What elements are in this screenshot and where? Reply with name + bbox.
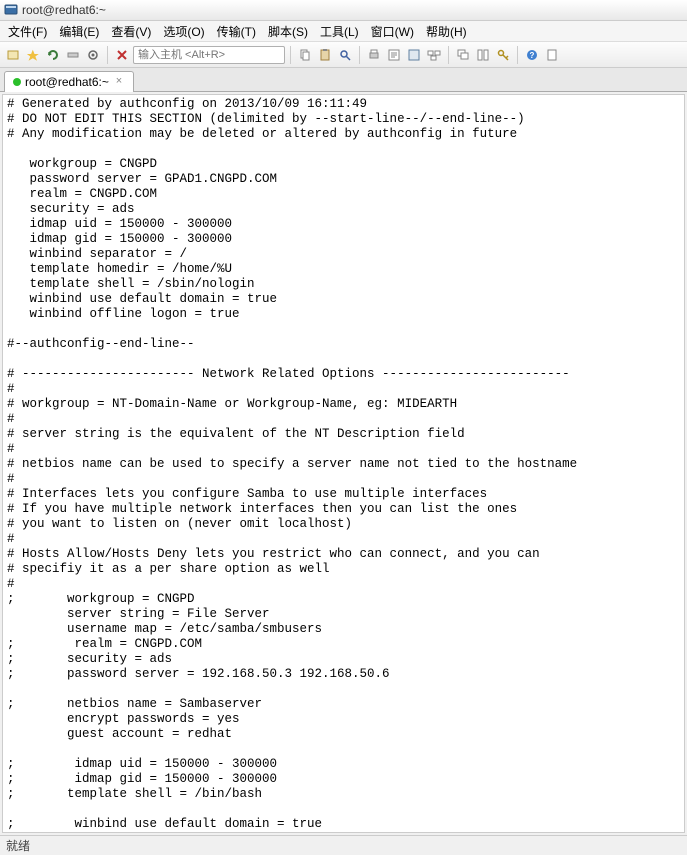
svg-text:?: ? xyxy=(530,51,535,60)
status-text: 就绪 xyxy=(6,837,30,854)
statusbar: 就绪 xyxy=(0,835,687,855)
tb-help-icon[interactable]: ? xyxy=(523,46,541,64)
tb-cancel-icon[interactable] xyxy=(113,46,131,64)
tb-connect-icon[interactable] xyxy=(4,46,22,64)
tb-settings-icon[interactable] xyxy=(84,46,102,64)
toolbar-separator xyxy=(517,46,518,64)
app-icon xyxy=(4,3,18,17)
tb-about-icon[interactable] xyxy=(543,46,561,64)
tabbar: root@redhat6:~ × xyxy=(0,68,687,92)
menubar: 文件(F) 编辑(E) 查看(V) 选项(O) 传输(T) 脚本(S) 工具(L… xyxy=(0,21,687,42)
tb-key-icon[interactable] xyxy=(494,46,512,64)
menu-transfer[interactable]: 传输(T) xyxy=(211,21,262,42)
menu-file[interactable]: 文件(F) xyxy=(2,21,53,42)
toolbar-separator xyxy=(448,46,449,64)
toolbar-separator xyxy=(359,46,360,64)
window-title: root@redhat6:~ xyxy=(22,3,106,17)
terminal-content[interactable]: # Generated by authconfig on 2013/10/09 … xyxy=(2,94,685,833)
tb-paste-icon[interactable] xyxy=(316,46,334,64)
host-input[interactable] xyxy=(133,46,285,64)
tb-sessions-icon[interactable] xyxy=(425,46,443,64)
tb-find-icon[interactable] xyxy=(336,46,354,64)
tb-quick-icon[interactable] xyxy=(24,46,42,64)
menu-view[interactable]: 查看(V) xyxy=(105,21,157,42)
tb-disconnect-icon[interactable] xyxy=(64,46,82,64)
menu-options[interactable]: 选项(O) xyxy=(157,21,210,42)
menu-script[interactable]: 脚本(S) xyxy=(262,21,314,42)
tb-properties-icon[interactable] xyxy=(385,46,403,64)
status-dot-icon xyxy=(13,78,21,86)
toolbar: ? xyxy=(0,42,687,68)
tb-tile-icon[interactable] xyxy=(474,46,492,64)
tb-copy-icon[interactable] xyxy=(296,46,314,64)
tab-close-button[interactable]: × xyxy=(113,76,125,88)
window-titlebar: root@redhat6:~ xyxy=(0,0,687,21)
tb-cascade-icon[interactable] xyxy=(454,46,472,64)
menu-tools[interactable]: 工具(L) xyxy=(314,21,365,42)
tb-reconnect-icon[interactable] xyxy=(44,46,62,64)
tb-print-icon[interactable] xyxy=(365,46,383,64)
toolbar-separator xyxy=(107,46,108,64)
menu-help[interactable]: 帮助(H) xyxy=(420,21,473,42)
menu-window[interactable]: 窗口(W) xyxy=(365,21,420,42)
menu-edit[interactable]: 编辑(E) xyxy=(53,21,105,42)
session-tab[interactable]: root@redhat6:~ × xyxy=(4,71,134,92)
tb-logon-icon[interactable] xyxy=(405,46,423,64)
toolbar-separator xyxy=(290,46,291,64)
tab-label: root@redhat6:~ xyxy=(25,75,109,89)
